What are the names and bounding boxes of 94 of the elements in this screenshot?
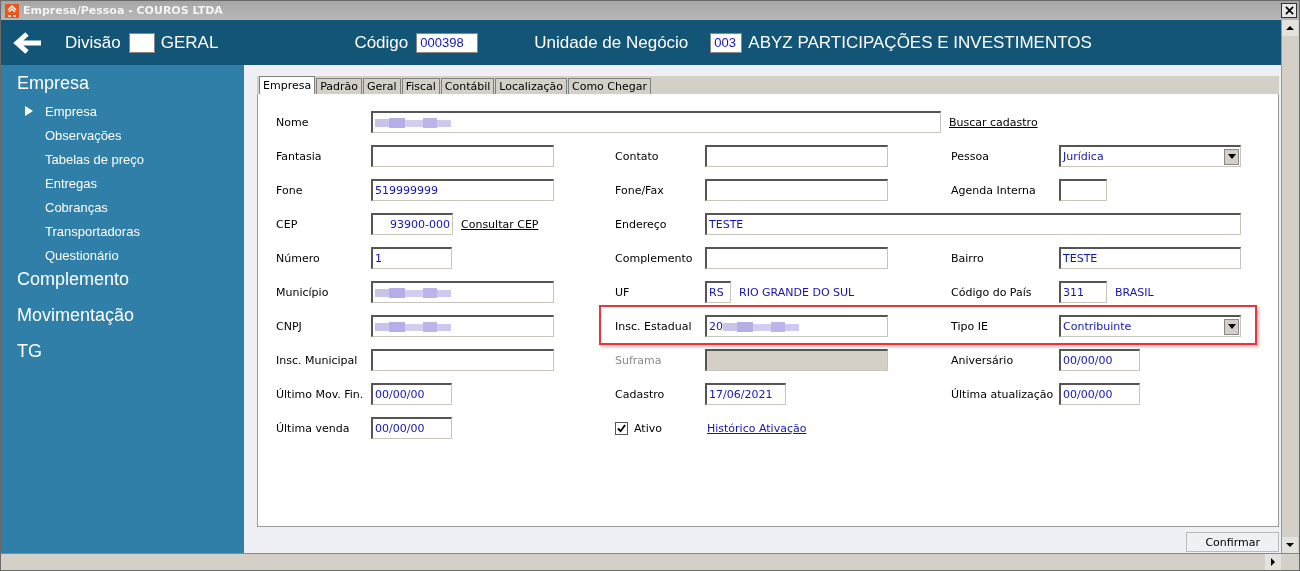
tab[interactable]: Fiscal bbox=[401, 78, 440, 94]
horizontal-scrollbar[interactable] bbox=[1, 553, 1299, 570]
sidebar-section[interactable]: Complemento bbox=[1, 267, 244, 303]
field-label: Contato bbox=[615, 149, 659, 163]
tab[interactable]: Empresa bbox=[259, 76, 316, 94]
field-label: Fone bbox=[276, 183, 303, 197]
sidebar-item[interactable]: Empresa bbox=[45, 103, 98, 119]
division-name: GERAL bbox=[160, 32, 219, 53]
input-field[interactable]: 00/00/00 bbox=[1059, 383, 1140, 405]
code-field[interactable]: 000398 bbox=[416, 32, 479, 53]
field-label: Bairro bbox=[951, 251, 984, 265]
window-title: Empresa/Pessoa - COUROS LTDA bbox=[23, 4, 224, 17]
field-label: Código do País bbox=[951, 285, 1032, 299]
input-field[interactable]: RS bbox=[705, 281, 731, 303]
checkbox[interactable] bbox=[615, 421, 628, 435]
sidebar-section[interactable]: Movimentação bbox=[1, 303, 244, 339]
scroll-up-icon[interactable] bbox=[1282, 20, 1298, 36]
dropdown-value: Jurídica bbox=[1063, 150, 1104, 163]
input-field[interactable]: TESTE bbox=[1059, 247, 1241, 269]
dropdown[interactable]: Contribuinte bbox=[1059, 315, 1241, 337]
tab[interactable]: Como Chegar bbox=[567, 78, 651, 94]
vertical-scrollbar[interactable] bbox=[1281, 20, 1299, 553]
input-field[interactable] bbox=[371, 111, 941, 133]
field-label: Último Mov. Fin. bbox=[276, 387, 364, 401]
field-label: Nome bbox=[276, 115, 309, 129]
input-field[interactable]: TESTE bbox=[705, 213, 1241, 235]
input-field[interactable] bbox=[371, 281, 554, 303]
field-label: CNPJ bbox=[276, 319, 302, 333]
field-label: Última atualização bbox=[951, 387, 1054, 401]
input-field[interactable]: 00/00/00 bbox=[371, 417, 452, 439]
field-label: Complemento bbox=[615, 251, 693, 265]
link[interactable]: Histórico Ativação bbox=[707, 421, 807, 435]
input-field[interactable] bbox=[371, 315, 554, 337]
checkbox-label: Ativo bbox=[634, 421, 662, 435]
input-field[interactable] bbox=[705, 145, 888, 167]
field-note: BRASIL bbox=[1115, 285, 1154, 299]
sidebar-item[interactable]: Transportadoras bbox=[45, 223, 140, 239]
input-field[interactable] bbox=[371, 349, 554, 371]
app-icon bbox=[5, 3, 19, 18]
confirm-button[interactable]: Confirmar bbox=[1186, 532, 1279, 552]
input-field[interactable] bbox=[1059, 179, 1107, 201]
input-field[interactable]: 519999999 bbox=[371, 179, 554, 201]
scroll-right-icon[interactable] bbox=[1265, 554, 1281, 570]
field-label: CEP bbox=[276, 217, 298, 231]
field-label: Última venda bbox=[276, 421, 350, 435]
input-field[interactable]: 93900-000 bbox=[371, 213, 453, 235]
division-label: Divisão bbox=[65, 32, 121, 53]
field-label: Insc. Estadual bbox=[615, 319, 692, 333]
business-unit-field[interactable]: 003 bbox=[710, 32, 743, 53]
sidebar-item[interactable]: Questionário bbox=[45, 247, 119, 263]
sidebar-item[interactable]: Observações bbox=[45, 127, 122, 143]
field-label: Município bbox=[276, 285, 329, 299]
back-arrow-icon[interactable] bbox=[13, 30, 43, 55]
tab[interactable]: Padrão bbox=[316, 78, 363, 94]
field-label: Pessoa bbox=[951, 149, 989, 163]
field-label: UF bbox=[615, 285, 630, 299]
business-unit-label: Unidade de Negócio bbox=[534, 32, 689, 53]
link[interactable]: Consultar CEP bbox=[461, 217, 539, 231]
dropdown-value: Contribuinte bbox=[1063, 320, 1132, 333]
sidebar-item[interactable]: Tabelas de preço bbox=[45, 151, 144, 167]
field-label: Insc. Municipal bbox=[276, 353, 358, 367]
sidebar-section[interactable]: Empresa bbox=[1, 71, 244, 99]
field-label: Agenda Interna bbox=[951, 183, 1036, 197]
input-field[interactable]: 1 bbox=[371, 247, 452, 269]
field-label: Número bbox=[276, 251, 320, 265]
sidebar-section[interactable]: TG bbox=[1, 339, 244, 375]
input-field[interactable]: 00/00/00 bbox=[1059, 349, 1140, 371]
dropdown[interactable]: Jurídica bbox=[1059, 145, 1241, 167]
field-label: Fantasia bbox=[276, 149, 322, 163]
input-field[interactable] bbox=[371, 145, 554, 167]
tab[interactable]: Contábil bbox=[440, 78, 495, 94]
input-field[interactable]: 311 bbox=[1059, 281, 1107, 303]
field-note: RIO GRANDE DO SUL bbox=[739, 285, 855, 299]
division-field[interactable] bbox=[128, 32, 155, 53]
input-field[interactable] bbox=[705, 247, 888, 269]
sidebar-item[interactable]: Entregas bbox=[45, 175, 98, 191]
field-label: Fone/Fax bbox=[615, 183, 664, 197]
code-label: Código bbox=[354, 32, 409, 53]
input-field[interactable]: 17/06/2021 bbox=[705, 383, 786, 405]
tab[interactable]: Localização bbox=[495, 78, 567, 94]
tab[interactable]: Geral bbox=[363, 78, 401, 94]
field-label: Tipo IE bbox=[951, 319, 988, 333]
sidebar-item[interactable]: Cobranças bbox=[45, 199, 108, 215]
close-button[interactable] bbox=[1281, 3, 1297, 18]
field-label: Aniversário bbox=[951, 353, 1014, 367]
field-label: Endereço bbox=[615, 217, 667, 231]
input-field[interactable]: 20 bbox=[705, 315, 888, 337]
scroll-down-icon[interactable] bbox=[1282, 537, 1298, 553]
business-unit-name: ABYZ PARTICIPAÇÕES E INVESTIMENTOS bbox=[748, 32, 1092, 53]
input-field[interactable]: 00/00/00 bbox=[371, 383, 452, 405]
field-label: Suframa bbox=[615, 353, 662, 367]
link[interactable]: Buscar cadastro bbox=[949, 115, 1038, 129]
input-field[interactable] bbox=[705, 179, 888, 201]
field-label: Cadastro bbox=[615, 387, 665, 401]
